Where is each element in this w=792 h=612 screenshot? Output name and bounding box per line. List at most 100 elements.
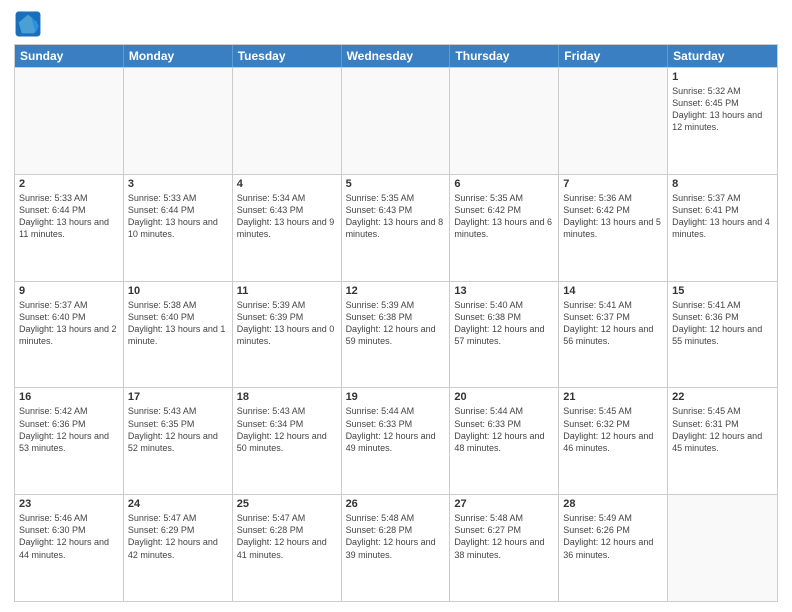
day-info: Sunrise: 5:48 AM Sunset: 6:27 PM Dayligh… xyxy=(454,512,554,561)
day-info: Sunrise: 5:42 AM Sunset: 6:36 PM Dayligh… xyxy=(19,405,119,454)
day-cell-20: 20Sunrise: 5:44 AM Sunset: 6:33 PM Dayli… xyxy=(450,388,559,494)
day-number: 10 xyxy=(128,285,228,297)
calendar-header: SundayMondayTuesdayWednesdayThursdayFrid… xyxy=(15,45,777,67)
day-cell-23: 23 Sunrise: 5:46 AM Sunset: 6:30 PM Dayli… xyxy=(15,495,124,601)
day-info: Sunrise: 5:43 AM Sunset: 6:34 PM Dayligh… xyxy=(237,405,337,454)
logo xyxy=(14,10,46,38)
calendar-row-2: 9 Sunrise: 5:37 AM Sunset: 6:40 PM Daylig… xyxy=(15,281,777,388)
day-cell-24: 24Sunrise: 5:47 AM Sunset: 6:29 PM Dayli… xyxy=(124,495,233,601)
day-info: Sunrise: 5:34 AM Sunset: 6:43 PM Dayligh… xyxy=(237,192,337,241)
calendar-body: 1 Sunrise: 5:32 AM Sunset: 6:45 PM Daylig… xyxy=(15,67,777,601)
day-number: 16 xyxy=(19,391,119,403)
header-cell-sunday: Sunday xyxy=(15,45,124,67)
day-info: Sunrise: 5:36 AM Sunset: 6:42 PM Dayligh… xyxy=(563,192,663,241)
day-number: 23 xyxy=(19,498,119,510)
calendar: SundayMondayTuesdayWednesdayThursdayFrid… xyxy=(14,44,778,602)
calendar-row-4: 23 Sunrise: 5:46 AM Sunset: 6:30 PM Dayli… xyxy=(15,494,777,601)
day-cell-4: 4Sunrise: 5:34 AM Sunset: 6:43 PM Daylig… xyxy=(233,175,342,281)
day-number: 8 xyxy=(672,178,773,190)
day-info: Sunrise: 5:33 AM Sunset: 6:44 PM Dayligh… xyxy=(19,192,119,241)
day-number: 19 xyxy=(346,391,446,403)
day-cell-28: 28 Sunrise: 5:49 AM Sunset: 6:26 PM Dayli… xyxy=(559,495,668,601)
day-number: 25 xyxy=(237,498,337,510)
calendar-row-1: 2Sunrise: 5:33 AM Sunset: 6:44 PM Daylig… xyxy=(15,174,777,281)
day-number: 5 xyxy=(346,178,446,190)
day-cell-11: 11 Sunrise: 5:39 AM Sunset: 6:39 PM Dayli… xyxy=(233,282,342,388)
day-info: Sunrise: 5:39 AM Sunset: 6:38 PM Dayligh… xyxy=(346,299,446,348)
calendar-row-3: 16 Sunrise: 5:42 AM Sunset: 6:36 PM Dayli… xyxy=(15,387,777,494)
day-info: Sunrise: 5:35 AM Sunset: 6:42 PM Dayligh… xyxy=(454,192,554,241)
day-cell-21: 21 Sunrise: 5:45 AM Sunset: 6:32 PM Dayli… xyxy=(559,388,668,494)
day-number: 14 xyxy=(563,285,663,297)
day-info: Sunrise: 5:49 AM Sunset: 6:26 PM Dayligh… xyxy=(563,512,663,561)
day-info: Sunrise: 5:41 AM Sunset: 6:36 PM Dayligh… xyxy=(672,299,773,348)
day-cell-16: 16 Sunrise: 5:42 AM Sunset: 6:36 PM Dayli… xyxy=(15,388,124,494)
header-cell-thursday: Thursday xyxy=(450,45,559,67)
day-info: Sunrise: 5:38 AM Sunset: 6:40 PM Dayligh… xyxy=(128,299,228,348)
day-cell-3: 3 Sunrise: 5:33 AM Sunset: 6:44 PM Daylig… xyxy=(124,175,233,281)
logo-icon xyxy=(14,10,42,38)
day-number: 28 xyxy=(563,498,663,510)
day-number: 20 xyxy=(454,391,554,403)
day-number: 3 xyxy=(128,178,228,190)
day-info: Sunrise: 5:37 AM Sunset: 6:40 PM Dayligh… xyxy=(19,299,119,348)
day-number: 21 xyxy=(563,391,663,403)
day-number: 22 xyxy=(672,391,773,403)
day-info: Sunrise: 5:33 AM Sunset: 6:44 PM Dayligh… xyxy=(128,192,228,241)
header-cell-tuesday: Tuesday xyxy=(233,45,342,67)
day-number: 7 xyxy=(563,178,663,190)
day-cell-27: 27 Sunrise: 5:48 AM Sunset: 6:27 PM Dayli… xyxy=(450,495,559,601)
day-info: Sunrise: 5:35 AM Sunset: 6:43 PM Dayligh… xyxy=(346,192,446,241)
empty-cell-0-0 xyxy=(15,68,124,174)
day-cell-25: 25 Sunrise: 5:47 AM Sunset: 6:28 PM Dayli… xyxy=(233,495,342,601)
day-info: Sunrise: 5:41 AM Sunset: 6:37 PM Dayligh… xyxy=(563,299,663,348)
day-number: 13 xyxy=(454,285,554,297)
day-info: Sunrise: 5:43 AM Sunset: 6:35 PM Dayligh… xyxy=(128,405,228,454)
header-cell-monday: Monday xyxy=(124,45,233,67)
day-cell-26: 26Sunrise: 5:48 AM Sunset: 6:28 PM Dayli… xyxy=(342,495,451,601)
day-cell-1: 1 Sunrise: 5:32 AM Sunset: 6:45 PM Daylig… xyxy=(668,68,777,174)
day-info: Sunrise: 5:37 AM Sunset: 6:41 PM Dayligh… xyxy=(672,192,773,241)
header-cell-saturday: Saturday xyxy=(668,45,777,67)
day-number: 18 xyxy=(237,391,337,403)
day-cell-5: 5 Sunrise: 5:35 AM Sunset: 6:43 PM Daylig… xyxy=(342,175,451,281)
empty-cell-0-2 xyxy=(233,68,342,174)
header-cell-friday: Friday xyxy=(559,45,668,67)
header-cell-wednesday: Wednesday xyxy=(342,45,451,67)
day-info: Sunrise: 5:45 AM Sunset: 6:31 PM Dayligh… xyxy=(672,405,773,454)
page: SundayMondayTuesdayWednesdayThursdayFrid… xyxy=(0,0,792,612)
day-cell-12: 12 Sunrise: 5:39 AM Sunset: 6:38 PM Dayli… xyxy=(342,282,451,388)
day-cell-18: 18 Sunrise: 5:43 AM Sunset: 6:34 PM Dayli… xyxy=(233,388,342,494)
day-cell-10: 10 Sunrise: 5:38 AM Sunset: 6:40 PM Dayli… xyxy=(124,282,233,388)
day-info: Sunrise: 5:32 AM Sunset: 6:45 PM Dayligh… xyxy=(672,85,773,134)
day-info: Sunrise: 5:40 AM Sunset: 6:38 PM Dayligh… xyxy=(454,299,554,348)
day-cell-13: 13 Sunrise: 5:40 AM Sunset: 6:38 PM Dayli… xyxy=(450,282,559,388)
calendar-row-0: 1 Sunrise: 5:32 AM Sunset: 6:45 PM Daylig… xyxy=(15,67,777,174)
day-number: 15 xyxy=(672,285,773,297)
day-cell-14: 14 Sunrise: 5:41 AM Sunset: 6:37 PM Dayli… xyxy=(559,282,668,388)
empty-cell-0-4 xyxy=(450,68,559,174)
day-number: 6 xyxy=(454,178,554,190)
day-info: Sunrise: 5:46 AM Sunset: 6:30 PM Dayligh… xyxy=(19,512,119,561)
day-number: 27 xyxy=(454,498,554,510)
day-number: 1 xyxy=(672,71,773,83)
empty-cell-0-3 xyxy=(342,68,451,174)
day-cell-19: 19 Sunrise: 5:44 AM Sunset: 6:33 PM Dayli… xyxy=(342,388,451,494)
day-cell-17: 17 Sunrise: 5:43 AM Sunset: 6:35 PM Dayli… xyxy=(124,388,233,494)
empty-cell-0-5 xyxy=(559,68,668,174)
day-info: Sunrise: 5:45 AM Sunset: 6:32 PM Dayligh… xyxy=(563,405,663,454)
day-number: 11 xyxy=(237,285,337,297)
day-info: Sunrise: 5:39 AM Sunset: 6:39 PM Dayligh… xyxy=(237,299,337,348)
empty-cell-0-1 xyxy=(124,68,233,174)
day-info: Sunrise: 5:44 AM Sunset: 6:33 PM Dayligh… xyxy=(346,405,446,454)
header xyxy=(14,10,778,38)
day-cell-7: 7 Sunrise: 5:36 AM Sunset: 6:42 PM Daylig… xyxy=(559,175,668,281)
day-info: Sunrise: 5:48 AM Sunset: 6:28 PM Dayligh… xyxy=(346,512,446,561)
day-number: 17 xyxy=(128,391,228,403)
day-cell-6: 6 Sunrise: 5:35 AM Sunset: 6:42 PM Daylig… xyxy=(450,175,559,281)
day-cell-22: 22 Sunrise: 5:45 AM Sunset: 6:31 PM Dayli… xyxy=(668,388,777,494)
day-info: Sunrise: 5:47 AM Sunset: 6:28 PM Dayligh… xyxy=(237,512,337,561)
day-number: 9 xyxy=(19,285,119,297)
day-cell-2: 2Sunrise: 5:33 AM Sunset: 6:44 PM Daylig… xyxy=(15,175,124,281)
day-number: 12 xyxy=(346,285,446,297)
